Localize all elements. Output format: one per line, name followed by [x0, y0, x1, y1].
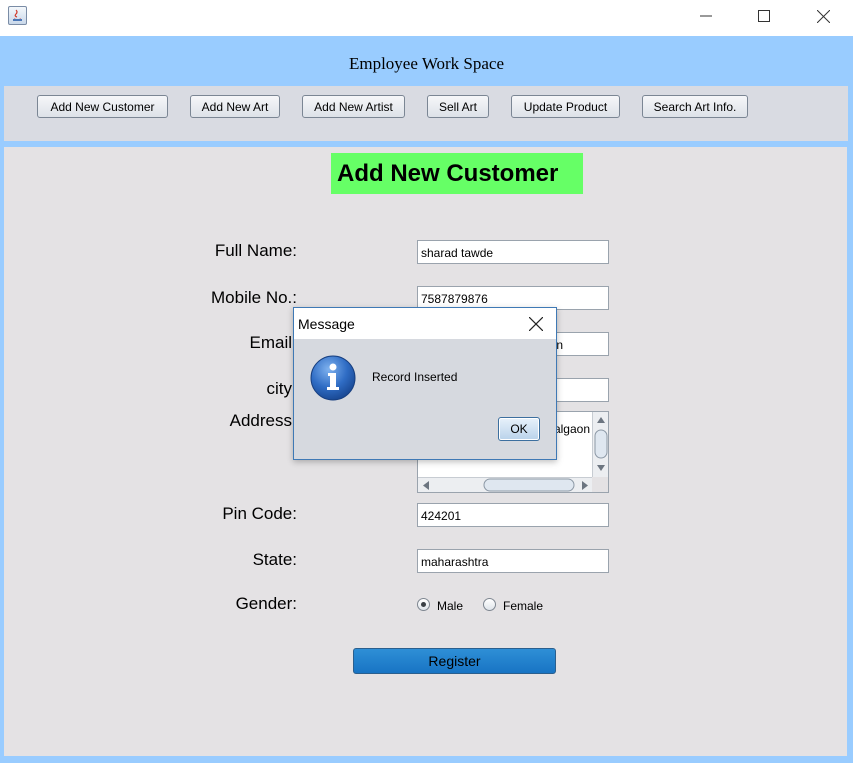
dialog-title: Message	[298, 316, 355, 332]
scroll-corner	[592, 477, 608, 492]
address-label: Address	[229, 411, 292, 430]
message-dialog: Message Record Inserted OK	[293, 307, 557, 460]
info-icon	[309, 354, 357, 402]
java-app-icon	[8, 6, 27, 25]
dialog-close-icon[interactable]	[522, 312, 550, 336]
search-art-info-button[interactable]: Search Art Info.	[642, 95, 748, 118]
gender-label: Gender:	[235, 594, 297, 613]
address-horizontal-scrollbar[interactable]	[418, 477, 593, 492]
workspace-title: Employee Work Space	[348, 54, 505, 73]
minimize-icon[interactable]	[677, 0, 735, 32]
dialog-message: Record Inserted	[372, 370, 458, 384]
gender-female-radio[interactable]	[483, 598, 496, 611]
pin-code-label: Pin Code:	[222, 504, 297, 523]
state-label: State:	[252, 550, 297, 569]
city-label: city	[266, 379, 293, 398]
full-name-label: Full Name:	[214, 241, 297, 260]
update-product-button[interactable]: Update Product	[511, 95, 620, 118]
close-icon[interactable]	[794, 0, 852, 32]
address-text: algaon	[553, 422, 590, 436]
email-label: Email	[249, 333, 292, 352]
full-name-field[interactable]: sharad tawde	[417, 240, 609, 264]
form-title: Add New Customer	[331, 153, 583, 194]
window-titlebar	[0, 0, 853, 36]
add-new-customer-button[interactable]: Add New Customer	[37, 95, 168, 118]
ok-button[interactable]: OK	[498, 417, 540, 441]
pin-code-field[interactable]: 424201	[417, 503, 609, 527]
mobile-label: Mobile No.:	[211, 288, 297, 307]
gender-female-label: Female	[503, 599, 544, 613]
state-field[interactable]: maharashtra	[417, 549, 609, 573]
sell-art-button[interactable]: Sell Art	[427, 95, 489, 118]
register-button[interactable]: Register	[353, 648, 556, 674]
maximize-icon[interactable]	[735, 0, 793, 32]
address-vertical-scrollbar[interactable]	[592, 412, 608, 478]
dialog-titlebar: Message	[294, 308, 556, 339]
toolbar: Add New Customer Add New Art Add New Art…	[4, 86, 848, 141]
add-new-artist-button[interactable]: Add New Artist	[302, 95, 405, 118]
gender-male-label: Male	[437, 599, 464, 613]
gender-male-radio[interactable]	[417, 598, 430, 611]
add-new-art-button[interactable]: Add New Art	[190, 95, 280, 118]
